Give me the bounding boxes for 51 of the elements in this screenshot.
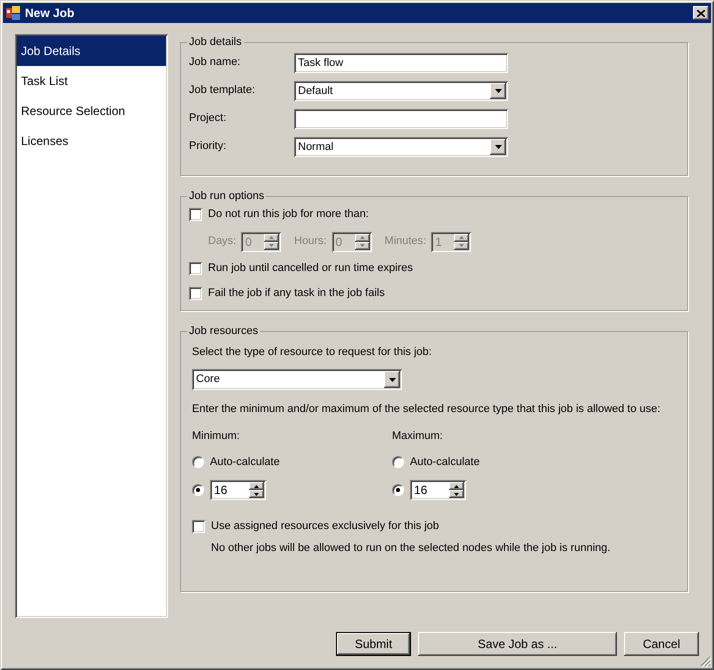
caret-icon[interactable]: [490, 138, 506, 154]
sidebar-item[interactable]: Licenses: [17, 126, 166, 156]
sidebar-item[interactable]: Resource Selection: [17, 96, 166, 126]
checkbox-label: Run job until cancelled or run time expires: [208, 261, 413, 276]
caret-icon[interactable]: [384, 371, 400, 388]
spin-box[interactable]: 16: [410, 480, 466, 500]
group-title: Job resources: [188, 324, 260, 339]
spin-box[interactable]: 16: [210, 480, 266, 500]
field-label: Project:: [189, 111, 228, 126]
checkbox-label: Use assigned resources exclusively for this job: [211, 519, 440, 534]
input-field[interactable]: Task flow: [294, 52, 508, 72]
radio-button[interactable]: [192, 456, 204, 468]
field-label: Job template:: [189, 83, 256, 98]
note-text: No other jobs will be allowed to run on the selected nodes while the job is running.: [211, 540, 610, 556]
radio-label: Auto-calculate: [410, 454, 480, 470]
group-title: Job run options: [188, 189, 266, 204]
spin-label: Hours:: [294, 234, 327, 250]
prompt-text: Select the type of resource to request for this job:: [192, 344, 432, 360]
dialog-button[interactable]: Cancel: [624, 632, 699, 656]
checkbox-label: Fail the job if any task in the job fails: [208, 286, 385, 302]
spin-label: Minutes:: [384, 234, 426, 250]
radio-button[interactable]: [392, 484, 404, 496]
resize-grip-icon[interactable]: [700, 656, 711, 667]
limit-label: Maximum:: [392, 428, 443, 444]
prompt-text: Enter the minimum and/or maximum of the selected resource type that this job is allowed to use:: [192, 402, 660, 417]
checkbox[interactable]: [192, 520, 205, 533]
window-title: New Job: [25, 5, 76, 22]
dropdown[interactable]: Core: [192, 369, 402, 390]
checkbox[interactable]: [189, 287, 202, 300]
spin-label: Days:: [208, 234, 236, 250]
limit-label: Minimum:: [192, 428, 240, 444]
close-button[interactable]: [693, 6, 709, 20]
input-field[interactable]: [294, 108, 508, 128]
dropdown[interactable]: Normal: [294, 136, 508, 156]
group-title: Job details: [188, 35, 243, 50]
caret-icon[interactable]: [490, 82, 506, 98]
sidebar-item[interactable]: Task List: [17, 66, 166, 96]
radio-button[interactable]: [192, 484, 204, 496]
dialog-button[interactable]: Save Job as ...: [418, 632, 617, 656]
sidebar-item[interactable]: Job Details: [17, 36, 166, 66]
close-icon: [697, 10, 705, 16]
field-label: Priority:: [189, 139, 228, 154]
dropdown[interactable]: Default: [294, 80, 508, 100]
field-label: Job name:: [189, 55, 242, 70]
dialog-button[interactable]: Submit: [336, 632, 411, 656]
radio-button[interactable]: [392, 456, 404, 468]
app-icon: [5, 5, 21, 21]
checkbox[interactable]: [189, 208, 202, 221]
radio-label: Auto-calculate: [210, 454, 280, 470]
checkbox-label: Do not run this job for more than:: [208, 207, 369, 222]
checkbox[interactable]: [189, 262, 202, 275]
